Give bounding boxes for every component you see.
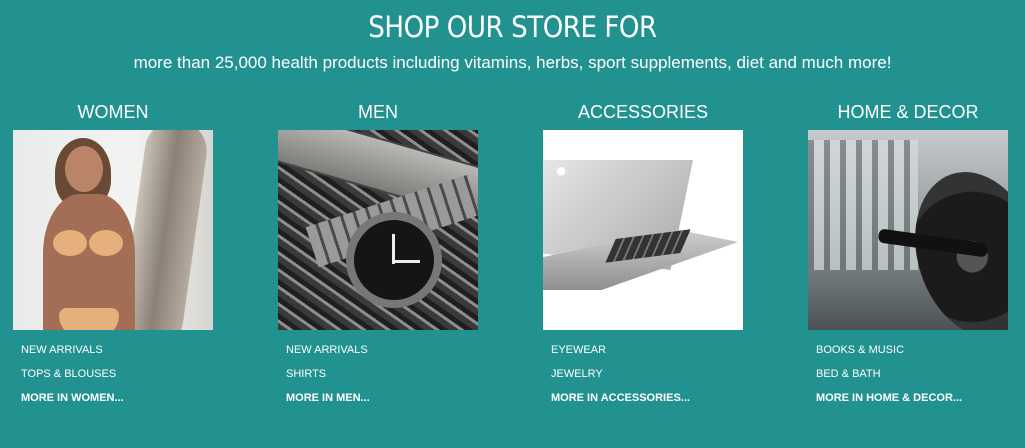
women-category-image[interactable]: [13, 130, 213, 330]
accessories-category-image[interactable]: ●: [543, 130, 743, 330]
link-men-shirts[interactable]: SHIRTS: [286, 362, 478, 386]
category-home-decor: HOME & DECOR BOOKS & MUSIC BED & BATH MO…: [808, 100, 1008, 410]
category-links-women: NEW ARRIVALS TOPS & BLOUSES MORE IN WOME…: [13, 338, 213, 410]
category-title-men[interactable]: MEN: [278, 100, 478, 130]
store-category-section: SHOP OUR STORE FOR more than 25,000 heal…: [0, 0, 1025, 448]
link-more-in-home-decor[interactable]: MORE IN HOME & DECOR...: [816, 386, 1008, 410]
link-more-in-men[interactable]: MORE IN MEN...: [286, 386, 478, 410]
bikini-top-shape: [89, 230, 123, 256]
category-women: WOMEN NEW ARRIVALS TOPS & BLOUSES MORE I…: [13, 100, 213, 410]
category-title-women[interactable]: WOMEN: [13, 100, 213, 130]
bikini-bottom-shape: [59, 308, 119, 330]
link-home-books-music[interactable]: BOOKS & MUSIC: [816, 338, 1008, 362]
category-men: MEN NEW ARRIVALS SHIRTS MORE IN MEN...: [278, 100, 478, 410]
section-title: SHOP OUR STORE FOR: [368, 10, 657, 44]
category-links-accessories: EYEWEAR JEWELRY MORE IN ACCESSORIES...: [543, 338, 743, 410]
section-subtitle: more than 25,000 health products includi…: [133, 53, 892, 72]
category-links-men: NEW ARRIVALS SHIRTS MORE IN MEN...: [278, 338, 478, 410]
watch-shape: [346, 212, 442, 308]
link-more-in-accessories[interactable]: MORE IN ACCESSORIES...: [551, 386, 743, 410]
apple-logo-icon: ●: [555, 160, 568, 182]
head-shape: [65, 146, 103, 192]
bikini-top-shape: [53, 230, 87, 256]
link-more-in-women[interactable]: MORE IN WOMEN...: [21, 386, 213, 410]
men-category-image[interactable]: [278, 130, 478, 330]
link-accessories-eyewear[interactable]: EYEWEAR: [551, 338, 743, 362]
link-accessories-jewelry[interactable]: JEWELRY: [551, 362, 743, 386]
category-title-accessories[interactable]: ACCESSORIES: [543, 100, 743, 130]
watch-hand: [392, 260, 420, 263]
link-women-new-arrivals[interactable]: NEW ARRIVALS: [21, 338, 213, 362]
link-women-tops-blouses[interactable]: TOPS & BLOUSES: [21, 362, 213, 386]
category-title-home-decor[interactable]: HOME & DECOR: [808, 100, 1008, 130]
link-men-new-arrivals[interactable]: NEW ARRIVALS: [286, 338, 478, 362]
category-links-home-decor: BOOKS & MUSIC BED & BATH MORE IN HOME & …: [808, 338, 1008, 410]
home-decor-category-image[interactable]: [808, 130, 1008, 330]
gym-rack-shape: [808, 140, 918, 270]
category-accessories: ACCESSORIES ● EYEWEAR JEWELRY MORE IN AC…: [543, 100, 743, 410]
link-home-bed-bath[interactable]: BED & BATH: [816, 362, 1008, 386]
